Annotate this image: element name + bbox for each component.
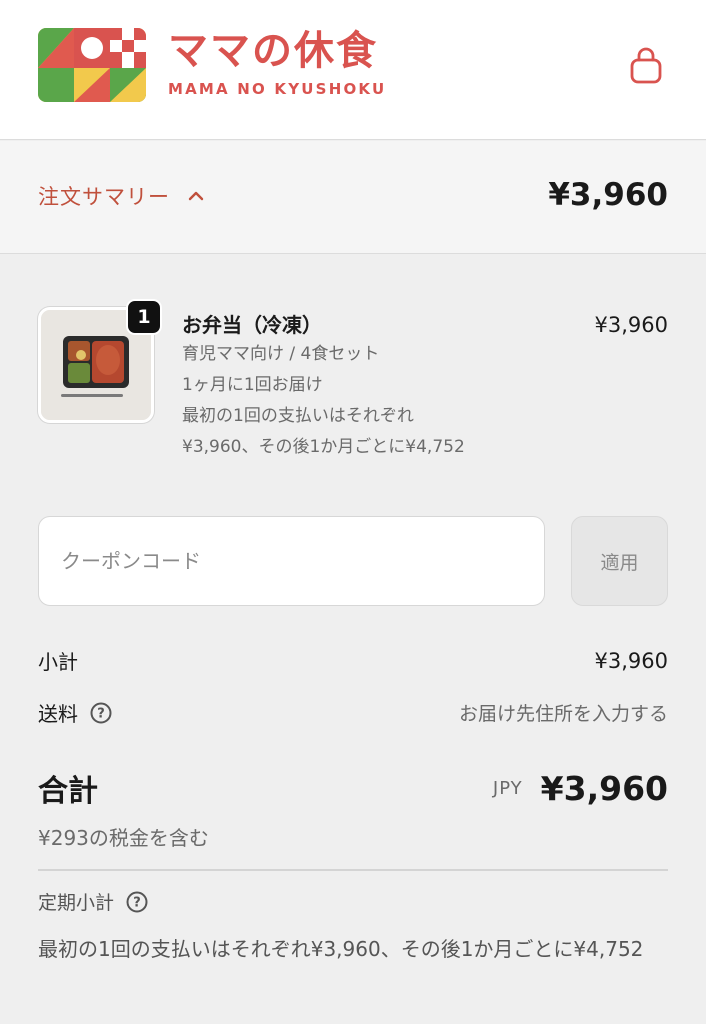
item-price: ¥3,960 [594, 313, 668, 337]
recurring-subtotal-text: 最初の1回の支払いはそれぞれ¥3,960、その後1か月ごとに¥4,752 [38, 937, 644, 961]
summary-total: ¥3,960 [548, 177, 668, 213]
recurring-subtotal-label: 定期小計 [38, 892, 115, 914]
quantity-badge: 1 [126, 299, 162, 335]
shipping-row: 送料 ? お届け先住所を入力する [38, 698, 668, 727]
line-item: 1 お弁当（冷凍） 育児ママ向け / 4食セット 1ヶ月に1回お届け 最初の1回… [38, 299, 668, 477]
recurring-subtotal-heading: 定期小計 ? [38, 888, 148, 915]
logo-wordmark-en: MAMA NO KYUSHOKU [168, 80, 387, 98]
order-summary-toggle[interactable]: 注文サマリー [38, 181, 204, 211]
item-title: お弁当（冷凍） [182, 313, 322, 337]
total-row: 合計 JPY ¥3,960 [38, 766, 668, 810]
shipping-value: お届け先住所を入力する [458, 703, 668, 725]
coupon-code-input[interactable] [38, 516, 545, 606]
shipping-label: 送料 [38, 702, 78, 726]
divider [38, 869, 668, 871]
shopping-bag-icon [630, 47, 662, 84]
item-delivery-frequency: 1ヶ月に1回お届け [182, 375, 323, 395]
svg-text:?: ? [97, 706, 105, 721]
currency-code: JPY [492, 777, 523, 799]
total-label: 合計 [38, 774, 98, 809]
cart-button[interactable] [624, 44, 668, 88]
help-icon[interactable]: ? [126, 891, 148, 913]
svg-text:?: ? [133, 895, 141, 910]
order-summary-bar: 注文サマリー ¥3,960 [0, 141, 706, 254]
subtotal-row: 小計 ¥3,960 [38, 646, 668, 675]
help-icon[interactable]: ? [90, 702, 112, 724]
logo-wordmark-jp: ママの休食 [168, 28, 378, 74]
apply-coupon-button[interactable]: 適用 [571, 516, 668, 606]
subtotal-label: 小計 [38, 650, 78, 674]
chevron-up-icon [188, 190, 204, 202]
item-variant: 育児ママ向け / 4食セット [182, 344, 380, 364]
tax-note: ¥293の税金を含む [38, 826, 209, 850]
logo-mark-icon [38, 28, 146, 102]
item-payment-line-1: 最初の1回の支払いはそれぞれ [182, 406, 414, 426]
total-amount: ¥3,960 [540, 768, 668, 808]
site-header: ママの休食 MAMA NO KYUSHOKU [0, 0, 706, 140]
order-summary-label: 注文サマリー [38, 185, 170, 209]
subtotal-value: ¥3,960 [594, 648, 668, 673]
item-payment-line-2: ¥3,960、その後1か月ごとに¥4,752 [182, 437, 465, 457]
logo[interactable]: ママの休食 MAMA NO KYUSHOKU [38, 28, 386, 102]
